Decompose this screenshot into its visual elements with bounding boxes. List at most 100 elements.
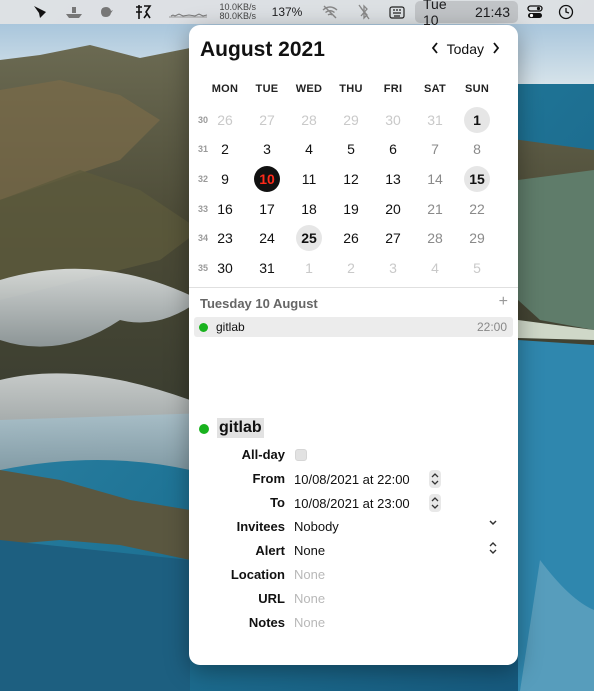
- kanji-icon[interactable]: [132, 0, 154, 24]
- bluetooth-off-icon[interactable]: [356, 0, 372, 24]
- detail-color-dot: [199, 424, 209, 434]
- invitees-field[interactable]: Nobody: [294, 519, 339, 534]
- calendar-day[interactable]: 30: [212, 255, 238, 281]
- today-button[interactable]: Today: [443, 41, 488, 57]
- zoom-level[interactable]: 137%: [268, 0, 306, 24]
- notes-label: Notes: [248, 615, 285, 630]
- clock-time: 21:43: [474, 4, 510, 20]
- stepper-arrows-icon: [431, 473, 439, 485]
- event-title-field[interactable]: gitlab: [217, 418, 264, 438]
- calendar-day[interactable]: 8: [464, 136, 490, 162]
- chevron-down-icon[interactable]: [488, 517, 498, 532]
- calendar-day[interactable]: 31: [254, 255, 280, 281]
- chevron-right-icon: [493, 42, 500, 54]
- month-title: August 2021: [200, 38, 325, 61]
- from-stepper[interactable]: [429, 470, 441, 488]
- menu-bar: 10.0KB/s 80.0KB/s 137% Tue 10 21:43: [0, 0, 594, 28]
- calendar-day[interactable]: 28: [296, 107, 322, 133]
- calendar-day[interactable]: 31: [422, 107, 448, 133]
- keyboard-icon[interactable]: [388, 0, 406, 24]
- weekday-label: THU: [339, 83, 363, 95]
- event-color-dot: [199, 323, 208, 332]
- calendar-day[interactable]: 23: [212, 225, 238, 251]
- calendar-day[interactable]: 9: [212, 166, 238, 192]
- calendar-day[interactable]: 1: [464, 107, 490, 133]
- app-logo-icon[interactable]: [31, 0, 49, 24]
- calendar-day[interactable]: 13: [380, 166, 406, 192]
- allday-checkbox[interactable]: [295, 449, 307, 461]
- calendar-day[interactable]: 12: [338, 166, 364, 192]
- url-field[interactable]: None: [294, 591, 325, 606]
- calendar-day[interactable]: 18: [296, 196, 322, 222]
- divider: [189, 287, 518, 288]
- weekday-label: MON: [211, 83, 239, 95]
- previous-month-button[interactable]: [427, 41, 443, 57]
- invitees-label: Invitees: [236, 519, 285, 534]
- to-stepper[interactable]: [429, 494, 441, 512]
- calendar-day[interactable]: 30: [380, 107, 406, 133]
- clock-menu[interactable]: Tue 10 21:43: [415, 0, 518, 28]
- chicken-icon[interactable]: [96, 0, 116, 24]
- calendar-day[interactable]: 16: [212, 196, 238, 222]
- wifi-off-icon[interactable]: [320, 0, 340, 24]
- calendar-day[interactable]: 1: [296, 255, 322, 281]
- event-list-item[interactable]: gitlab 22:00: [194, 317, 513, 337]
- calendar-day[interactable]: 22: [464, 196, 490, 222]
- stepper-arrows-icon: [431, 497, 439, 509]
- calendar-day[interactable]: 17: [254, 196, 280, 222]
- weekday-label: SAT: [423, 83, 447, 95]
- calendar-day[interactable]: 3: [380, 255, 406, 281]
- alert-label: Alert: [255, 543, 285, 558]
- calendar-day[interactable]: 20: [380, 196, 406, 222]
- location-field[interactable]: None: [294, 567, 325, 582]
- calendar-day[interactable]: 27: [254, 107, 280, 133]
- calendar-day[interactable]: 4: [296, 136, 322, 162]
- alert-select[interactable]: None: [294, 543, 325, 558]
- calendar-day[interactable]: 2: [338, 255, 364, 281]
- weekday-label: FRI: [383, 83, 403, 95]
- calendar-day[interactable]: 24: [254, 225, 280, 251]
- month-navigation: Today: [427, 41, 504, 57]
- calendar-day[interactable]: 28: [422, 225, 448, 251]
- add-event-button[interactable]: +: [499, 293, 508, 311]
- calendar-day[interactable]: 29: [338, 107, 364, 133]
- event-time: 22:00: [476, 320, 507, 334]
- calendar-day[interactable]: 5: [464, 255, 490, 281]
- weekday-label: TUE: [255, 83, 279, 95]
- allday-label: All-day: [241, 447, 285, 462]
- calendar-day[interactable]: 27: [380, 225, 406, 251]
- calendar-day[interactable]: 3: [254, 136, 280, 162]
- calendar-day[interactable]: 19: [338, 196, 364, 222]
- calendar-popover: August 2021 Today MON TUE WED THU FRI SAT SUN …: [189, 25, 518, 665]
- calendar-day[interactable]: 6: [380, 136, 406, 162]
- calendar-day[interactable]: 26: [212, 107, 238, 133]
- to-datetime-field[interactable]: 10/08/2021 at 23:00: [294, 496, 410, 511]
- calendar-day[interactable]: 15: [464, 166, 490, 192]
- calendar-day[interactable]: 26: [338, 225, 364, 251]
- weekday-label: WED: [295, 83, 323, 95]
- select-arrows-icon[interactable]: [488, 541, 498, 558]
- clock-history-icon[interactable]: [557, 0, 575, 24]
- calendar-day[interactable]: 29: [464, 225, 490, 251]
- calendar-day[interactable]: 21: [422, 196, 448, 222]
- url-label: URL: [258, 591, 285, 606]
- from-label: From: [252, 471, 286, 486]
- calendar-day[interactable]: 11: [296, 166, 322, 192]
- chevron-left-icon: [431, 42, 438, 54]
- calendar-day[interactable]: 5: [338, 136, 364, 162]
- event-title: gitlab: [216, 320, 245, 334]
- network-graph-icon: [168, 0, 208, 24]
- control-center-icon[interactable]: [526, 0, 544, 24]
- calendar-day[interactable]: 10: [254, 166, 280, 192]
- download-speed: 80.0KB/s: [219, 11, 256, 21]
- calendar-day[interactable]: 14: [422, 166, 448, 192]
- from-datetime-field[interactable]: 10/08/2021 at 22:00: [294, 472, 410, 487]
- network-speed: 10.0KB/s 80.0KB/s: [212, 0, 256, 24]
- calendar-day[interactable]: 7: [422, 136, 448, 162]
- calendar-day[interactable]: 4: [422, 255, 448, 281]
- notes-field[interactable]: None: [294, 615, 325, 630]
- boat-icon[interactable]: [63, 0, 85, 24]
- calendar-day[interactable]: 2: [212, 136, 238, 162]
- calendar-day[interactable]: 25: [296, 225, 322, 251]
- next-month-button[interactable]: [488, 41, 504, 57]
